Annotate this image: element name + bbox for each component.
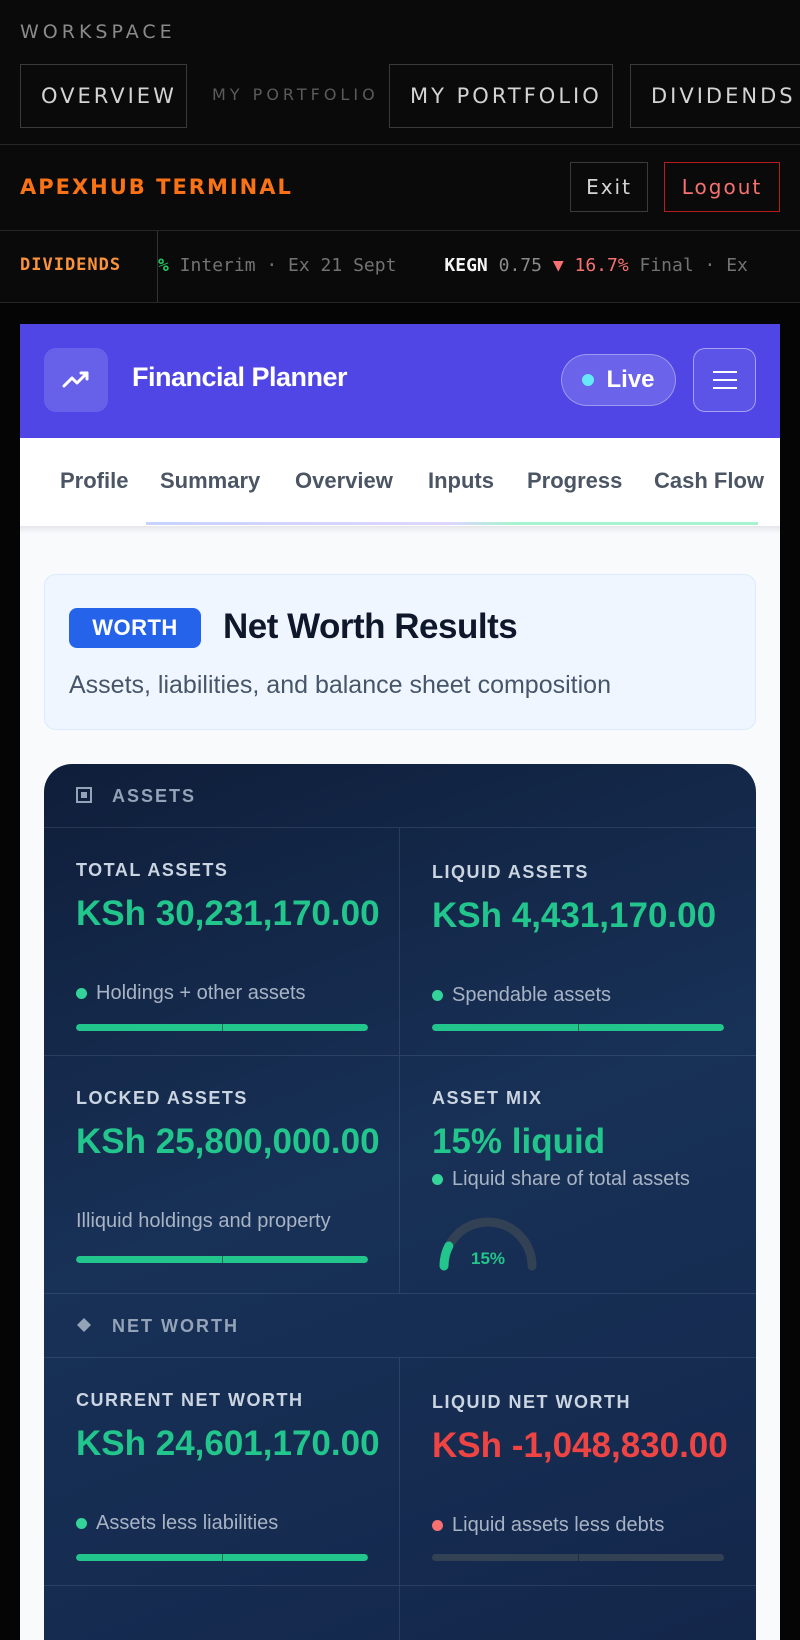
brand-bar: APEXHUB TERMINAL Exit Logout [0, 145, 800, 231]
tab-progress[interactable]: Progress [527, 468, 622, 494]
net-worth-group-header: NET WORTH [44, 1294, 756, 1358]
diamond-icon [77, 1318, 91, 1332]
net-worth-panel: ASSETS TOTAL ASSETS KSh 30,231,170.00 Ho… [44, 764, 756, 1640]
status-dot-icon [432, 1174, 443, 1185]
workspace-ghost-label: MY PORTFOLIO [212, 85, 379, 104]
workspace-bar: WORKSPACE OVERVIEW MY PORTFOLIO MY PORTF… [0, 0, 800, 145]
tab-cash-flow[interactable]: Cash Flow [654, 468, 764, 494]
liquid-net-worth-value: KSh -1,048,830.00 [432, 1426, 728, 1465]
status-dot-icon [76, 1518, 87, 1529]
live-label: Live [606, 366, 655, 393]
workspace-tab-overview[interactable]: OVERVIEW [20, 64, 187, 128]
status-dot-icon [432, 990, 443, 1001]
tab-overview[interactable]: Overview [295, 468, 393, 494]
total-assets-note: Holdings + other assets [76, 982, 306, 1005]
workspace-tab-dividends[interactable]: DIVIDENDS [630, 64, 800, 128]
liquid-net-worth-card: LIQUID NET WORTH KSh -1,048,830.00 Liqui… [400, 1358, 756, 1586]
liquid-assets-value: KSh 4,431,170.00 [432, 896, 717, 935]
ticker-item-text: Final · Ex [628, 255, 748, 276]
section-badge: WORTH [69, 608, 201, 648]
current-net-worth-label: CURRENT NET WORTH [76, 1390, 304, 1410]
current-net-worth-card: CURRENT NET WORTH KSh 24,601,170.00 Asse… [44, 1358, 400, 1586]
section-header: WORTH Net Worth Results Assets, liabilit… [44, 574, 756, 730]
app-title: Financial Planner [132, 362, 348, 392]
total-assets-value: KSh 30,231,170.00 [76, 894, 380, 933]
status-dot-icon [76, 988, 87, 999]
liquid-assets-card: LIQUID ASSETS KSh 4,431,170.00 Spendable… [400, 828, 756, 1056]
gauge-fill [439, 1241, 454, 1271]
ticker-price: 0.75 [487, 255, 553, 276]
asset-mix-value: 15% liquid [432, 1122, 606, 1161]
locked-assets-card: LOCKED ASSETS KSh 25,800,000.00 Illiquid… [44, 1056, 400, 1294]
locked-assets-note: Illiquid holdings and property [76, 1210, 331, 1232]
workspace-label: WORKSPACE [20, 21, 176, 43]
current-net-worth-note: Assets less liabilities [76, 1512, 278, 1535]
ticker-symbol: KEGN [444, 255, 488, 276]
tab-summary[interactable]: Summary [160, 468, 260, 494]
liquid-net-worth-note: Liquid assets less debts [432, 1514, 664, 1537]
hamburger-icon [712, 371, 737, 373]
trend-up-icon [44, 348, 108, 412]
workspace-tab-my-portfolio[interactable]: MY PORTFOLIO [389, 64, 613, 128]
section-title: Net Worth Results [223, 607, 518, 646]
liquid-assets-bar [432, 1024, 724, 1031]
status-dot-icon [432, 1520, 443, 1531]
current-net-worth-bar [76, 1554, 368, 1561]
live-status-pill[interactable]: Live [561, 354, 676, 406]
locked-assets-bar [76, 1256, 368, 1263]
asset-mix-gauge: 15% [439, 1217, 537, 1271]
ticker-item-text: Interim · Ex 21 Sept [168, 255, 397, 276]
total-assets-bar [76, 1024, 368, 1031]
current-net-worth-value: KSh 24,601,170.00 [76, 1424, 380, 1463]
liquid-assets-note: Spendable assets [432, 984, 611, 1007]
tab-profile[interactable]: Profile [60, 468, 128, 494]
hamburger-menu-button[interactable] [693, 348, 756, 412]
tab-indicator [146, 522, 758, 525]
ticker-track: % Interim · Ex 21 Sept KEGN 0.75 ▼ 16.7% … [158, 255, 748, 276]
app-header: Financial Planner Live [20, 324, 780, 438]
assets-group-label: ASSETS [112, 786, 197, 806]
financial-planner-app: Financial Planner Live Profile Summary O… [20, 324, 780, 1640]
section-tabs: Profile Summary Overview Inputs Progress… [20, 438, 780, 526]
brand-title: APEXHUB TERMINAL [20, 175, 293, 199]
ticker-label: DIVIDENDS [20, 255, 122, 275]
liquid-assets-label: LIQUID ASSETS [432, 862, 589, 882]
assets-group-header: ASSETS [44, 764, 756, 828]
gauge-label: 15% [471, 1249, 505, 1268]
logout-button[interactable]: Logout [664, 162, 780, 212]
locked-assets-value: KSh 25,800,000.00 [76, 1122, 380, 1161]
total-assets-card: TOTAL ASSETS KSh 30,231,170.00 Holdings … [44, 828, 400, 1056]
locked-assets-label: LOCKED ASSETS [76, 1088, 248, 1108]
asset-mix-card: ASSET MIX 15% liquid Liquid share of tot… [400, 1056, 756, 1294]
live-dot-icon [582, 374, 595, 386]
total-assets-label: TOTAL ASSETS [76, 860, 229, 880]
tab-inputs[interactable]: Inputs [428, 468, 494, 494]
ticker-change-up: % [158, 255, 169, 276]
asset-mix-label: ASSET MIX [432, 1088, 543, 1108]
exit-button[interactable]: Exit [570, 162, 648, 212]
net-worth-group-label: NET WORTH [112, 1316, 239, 1336]
liquid-net-worth-label: LIQUID NET WORTH [432, 1392, 631, 1412]
ticker-change-down: ▼ 16.7% [552, 255, 629, 276]
square-icon [76, 787, 92, 803]
section-subtitle: Assets, liabilities, and balance sheet c… [69, 671, 611, 699]
asset-mix-note: Liquid share of total assets [432, 1168, 690, 1191]
dividends-ticker: DIVIDENDS % Interim · Ex 21 Sept KEGN 0.7… [0, 231, 800, 303]
liquid-net-worth-bar [432, 1554, 724, 1561]
